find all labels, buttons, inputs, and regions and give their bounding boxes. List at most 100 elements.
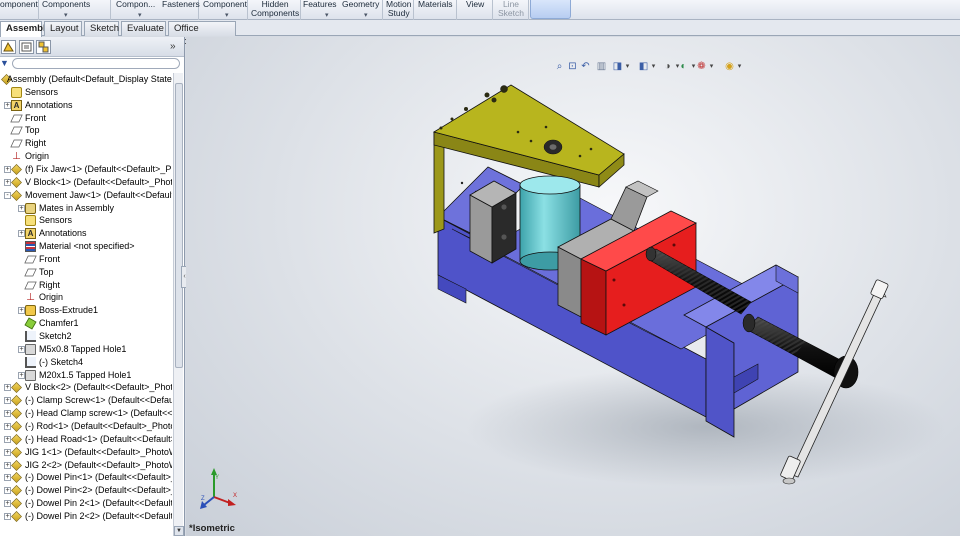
tree-item[interactable]: Front xyxy=(0,112,172,125)
rb-component-dots-button[interactable]: Compon... xyxy=(116,0,155,20)
rb-line-sketch-button[interactable]: Line Sketch xyxy=(498,0,524,20)
dropdown-arrow-icon[interactable]: ▾ xyxy=(325,11,329,19)
annotations-icon: A xyxy=(11,99,22,111)
expand-icon[interactable]: + xyxy=(4,474,11,482)
tree-item[interactable]: + (-) Dowel Pin<1> (Default<<Default>_Ph xyxy=(0,471,172,484)
tree-item[interactable]: + (-) Head Clamp screw<1> (Default<<De xyxy=(0,407,172,420)
tree-item[interactable]: + V Block<2> (Default<<Default>_PhotoW xyxy=(0,381,172,394)
rb-component-button[interactable]: omponent xyxy=(0,0,38,20)
expand-icon[interactable]: + xyxy=(4,165,11,173)
tree-item[interactable]: Top xyxy=(0,266,172,279)
dropdown-arrow-icon[interactable]: ▾ xyxy=(225,11,229,19)
rb-materials-button[interactable]: Materials xyxy=(418,0,452,20)
dropdown-arrow-icon[interactable]: ▾ xyxy=(364,11,368,19)
rb-fasteners-button[interactable]: Fasteners xyxy=(162,0,200,20)
rb-geometry-button[interactable]: Geometry xyxy=(342,0,379,20)
expand-icon[interactable]: + xyxy=(4,410,11,418)
svg-text:Y: Y xyxy=(215,475,219,481)
plane-icon xyxy=(24,281,37,289)
tab-sketch[interactable]: Sketch xyxy=(84,21,119,36)
graphics-viewport[interactable]: ⌕ ⊡ ↶ ▥ ◨ ▾ ◧ ▾ ◑ ▾ ◐ ▾ ❁ ▾ ◉ ▾ Y X Z *I… xyxy=(186,37,960,536)
tree-item-label: Origin xyxy=(25,151,50,162)
expand-icon[interactable]: + xyxy=(4,397,11,405)
tree-item[interactable]: ⊥ Origin xyxy=(0,291,172,304)
tree-item[interactable]: Sketch2 xyxy=(0,330,172,343)
tab-office-products[interactable]: Office Products xyxy=(168,21,236,47)
expand-icon[interactable]: + xyxy=(4,500,11,508)
tree-item[interactable]: + Mates in Assembly xyxy=(0,202,172,215)
tree-item[interactable]: Chamfer1 xyxy=(0,317,172,330)
tree-item[interactable]: + (-) Dowel Pin 2<2> (Default<<Default>_ xyxy=(0,510,172,523)
expand-icon[interactable]: + xyxy=(4,101,11,109)
part-icon xyxy=(11,472,22,484)
tree-item[interactable]: + A Annotations xyxy=(0,227,172,240)
tree-item[interactable]: + JIG 2<2> (Default<<Default>_PhotoWor xyxy=(0,459,172,472)
tree-item[interactable]: + (-) Head Road<1> (Default<<Default>_F xyxy=(0,433,172,446)
expand-icon[interactable]: + xyxy=(18,345,25,353)
tree-item[interactable]: Right xyxy=(0,279,172,292)
tab-evaluate[interactable]: Evaluate xyxy=(121,21,166,36)
tree-item-label: Annotations xyxy=(39,228,87,239)
tree-item[interactable]: + (-) Dowel Pin 2<1> (Default<<Default>_ xyxy=(0,497,172,510)
ribbon-selected-button[interactable] xyxy=(530,0,571,19)
tree-item[interactable]: Top xyxy=(0,124,172,137)
filter-icon[interactable]: ▼ xyxy=(0,58,9,68)
scrollbar-thumb[interactable] xyxy=(175,83,183,368)
rb-hidden-button[interactable]: Hidden Components xyxy=(251,0,299,20)
rb-features-button[interactable]: Features xyxy=(303,0,337,20)
tree-item[interactable]: + JIG 1<1> (Default<<Default>_PhotoWor xyxy=(0,446,172,459)
tree-item[interactable]: + (f) Fix Jaw<1> (Default<<Default>_Photo xyxy=(0,163,172,176)
tree-item[interactable]: Sensors xyxy=(0,86,172,99)
dropdown-arrow-icon[interactable]: ▾ xyxy=(138,11,142,19)
tree-scrollbar[interactable]: ▼ xyxy=(173,73,184,536)
tree-item[interactable]: ⊥ Origin xyxy=(0,150,172,163)
tree-item-label: M5x0.8 Tapped Hole1 xyxy=(39,343,127,354)
configuration-manager-tab-icon[interactable] xyxy=(36,40,51,54)
tree-item[interactable]: + M20x1.5 Tapped Hole1 xyxy=(0,369,172,382)
tree-item[interactable]: Material <not specified> xyxy=(0,240,172,253)
tree-item[interactable]: + (-) Clamp Screw<1> (Default<<Default> xyxy=(0,394,172,407)
plane-icon xyxy=(24,268,37,277)
expand-icon[interactable]: + xyxy=(18,204,25,212)
expand-icon[interactable]: + xyxy=(4,512,11,520)
expand-icon[interactable]: + xyxy=(18,230,25,238)
tree-item[interactable]: Sensors xyxy=(0,214,172,227)
rb-view-button[interactable]: View xyxy=(466,0,484,20)
expand-icon[interactable]: + xyxy=(4,422,11,430)
feature-manager-tab-icon[interactable] xyxy=(1,40,16,54)
tree-item[interactable]: - Movement Jaw<1> (Default<<Default>_ xyxy=(0,189,172,202)
tree-item[interactable]: + (-) Dowel Pin<2> (Default<<Default>_Ph xyxy=(0,484,172,497)
v-block-1[interactable] xyxy=(469,180,517,264)
tree-item[interactable]: Assembly (Default<Default_Display State-… xyxy=(0,73,172,86)
feature-manager-panel: » ▼ Assembly (Default<Default_Display St… xyxy=(0,37,185,536)
command-ribbon: omponent Components Compon... Fasteners Comp… xyxy=(0,0,960,20)
expand-icon[interactable]: + xyxy=(4,487,11,495)
scroll-down-arrow-icon[interactable]: ▼ xyxy=(174,526,184,536)
extrude-feature-icon xyxy=(25,305,36,317)
property-manager-tab-icon[interactable] xyxy=(19,40,34,54)
tree-item-label: V Block<1> (Default<<Default>_PhotoW xyxy=(25,176,172,187)
tab-layout[interactable]: Layout xyxy=(44,21,82,36)
filter-input[interactable] xyxy=(12,58,180,69)
tree-item[interactable]: + V Block<1> (Default<<Default>_PhotoW xyxy=(0,176,172,189)
tree-item-label: (-) Dowel Pin<2> (Default<<Default>_Ph xyxy=(25,485,172,496)
part-icon xyxy=(11,420,22,432)
rb-motion-button[interactable]: Motion Study xyxy=(386,0,412,20)
tab-assembly[interactable]: Assembly xyxy=(0,21,51,37)
tapped-hole-icon xyxy=(25,343,36,355)
tree-item[interactable]: Right xyxy=(0,137,172,150)
expand-icon[interactable]: + xyxy=(4,384,11,392)
tree-item[interactable]: + Boss-Extrude1 xyxy=(0,304,172,317)
dropdown-arrow-icon[interactable]: ▾ xyxy=(64,11,68,19)
feature-tree: Assembly (Default<Default_Display State-… xyxy=(0,73,172,536)
tree-item[interactable]: Front xyxy=(0,253,172,266)
expand-icon[interactable]: + xyxy=(18,307,25,315)
expand-icon[interactable]: + xyxy=(18,371,25,379)
tree-item[interactable]: (-) Sketch4 xyxy=(0,356,172,369)
expand-panel-icon[interactable]: » xyxy=(170,41,176,52)
tree-item[interactable]: + A Annotations xyxy=(0,99,172,112)
tree-item[interactable]: + M5x0.8 Tapped Hole1 xyxy=(0,343,172,356)
tree-item-label: Origin xyxy=(39,292,64,303)
tree-item[interactable]: + (-) Rod<1> (Default<<Default>_PhotoW xyxy=(0,420,172,433)
vise-assembly-model[interactable] xyxy=(186,37,960,536)
